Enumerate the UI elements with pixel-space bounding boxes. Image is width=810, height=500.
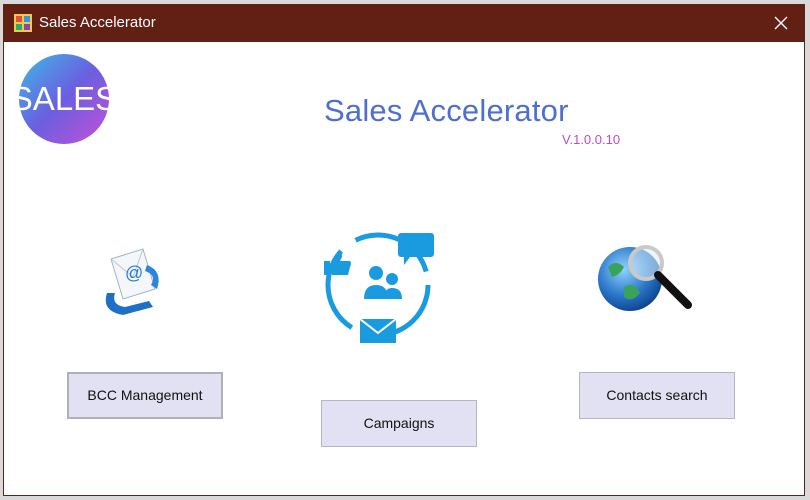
close-icon (774, 16, 788, 30)
bcc-management-button[interactable]: BCC Management (67, 372, 223, 419)
app-heading: Sales Accelerator (324, 93, 569, 128)
email-icon: @ (105, 248, 159, 315)
version-label: V.1.0.0.10 (562, 132, 621, 147)
campaigns-button[interactable]: Campaigns (321, 400, 477, 447)
campaign-icon (324, 232, 434, 343)
app-icon (14, 14, 32, 32)
title-bar[interactable]: Sales Accelerator (4, 5, 804, 42)
svg-text:@: @ (125, 263, 143, 283)
window-title: Sales Accelerator (39, 14, 156, 31)
sales-logo: SALES (18, 54, 110, 144)
logo-text: SALES (18, 80, 110, 117)
globe-search-icon (598, 245, 692, 311)
contacts-search-button[interactable]: Contacts search (579, 372, 735, 419)
close-button[interactable] (758, 5, 804, 42)
app-window: Sales Accelerator SALES Sales Accelerato… (3, 4, 805, 496)
